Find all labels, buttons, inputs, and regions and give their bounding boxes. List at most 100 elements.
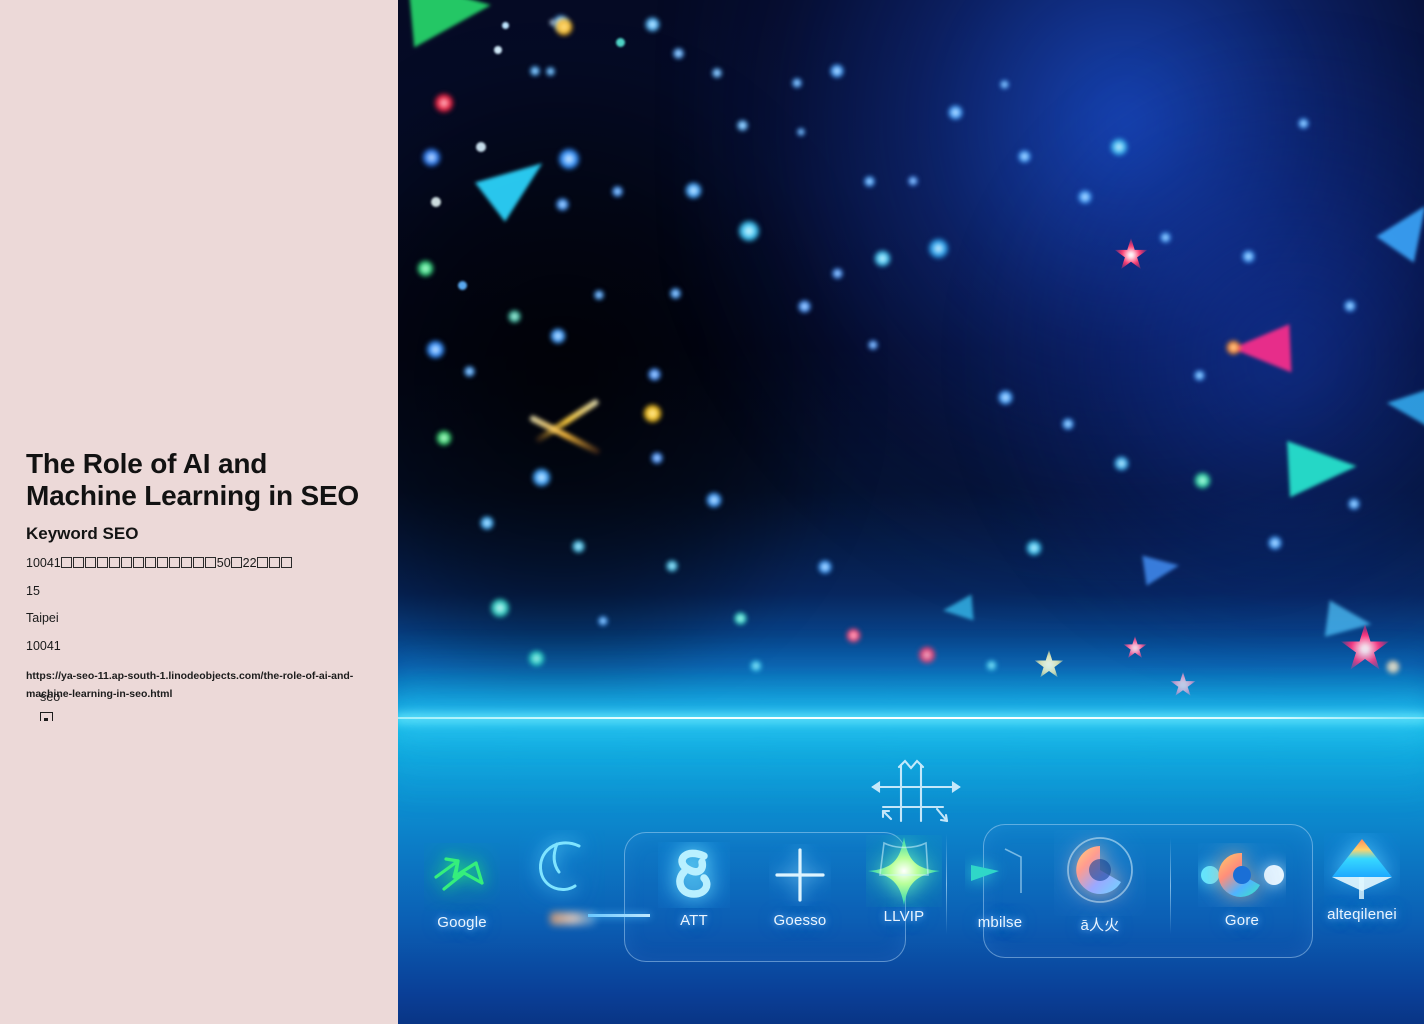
particle-dot bbox=[422, 148, 441, 167]
particle-dot-orange bbox=[1226, 340, 1241, 355]
particle-dot bbox=[1000, 80, 1009, 89]
teal-chevron-icon bbox=[946, 840, 1054, 914]
particle-dot bbox=[874, 250, 891, 267]
particle-dot bbox=[645, 17, 660, 32]
missing-glyph-box bbox=[193, 557, 205, 569]
address-number-22: 22 bbox=[242, 556, 257, 571]
particle-dot bbox=[508, 310, 521, 323]
particle-dot bbox=[431, 197, 441, 207]
particle-dot bbox=[546, 67, 555, 76]
particle-dot bbox=[798, 300, 811, 313]
particle-dot bbox=[502, 22, 509, 29]
particle-dot bbox=[928, 238, 949, 259]
missing-glyph-box bbox=[133, 557, 145, 569]
tag-label[interactable]: seo bbox=[40, 690, 60, 705]
dock-item-neon-loop[interactable] bbox=[508, 830, 616, 914]
particle-dot bbox=[558, 148, 580, 170]
page-root: Google ATT Goesso LLVIP mbilse ā人火 Gore … bbox=[0, 0, 1424, 1024]
dock-label: alteqilenei bbox=[1327, 906, 1397, 923]
particle-dot bbox=[426, 340, 445, 359]
tag-block: seo bbox=[40, 690, 60, 721]
particle-dot bbox=[598, 616, 608, 626]
source-url[interactable]: https://ya-seo-11.ap-south-1.linodeobjec… bbox=[26, 667, 356, 704]
dock-item-llvip[interactable]: LLVIP bbox=[850, 834, 958, 925]
particle-dot bbox=[1344, 300, 1356, 312]
particle-dot bbox=[998, 390, 1013, 405]
grid-arrows-hud-glyph bbox=[871, 759, 961, 823]
particle-dot bbox=[436, 430, 452, 446]
particle-dot bbox=[594, 290, 604, 300]
dock-label: ā人火 bbox=[1080, 917, 1120, 934]
hero-image: Google ATT Goesso LLVIP mbilse ā人火 Gore … bbox=[398, 0, 1424, 1024]
particle-dot bbox=[1348, 498, 1360, 510]
green-four-point-star-icon bbox=[850, 834, 958, 908]
particle-dot bbox=[1242, 250, 1255, 263]
chrome-ring-icon bbox=[1046, 832, 1154, 914]
number-line: 15 bbox=[26, 583, 40, 598]
horizon-light-beam bbox=[398, 717, 1424, 719]
particle-dot bbox=[651, 452, 663, 464]
postal-code-line: 10041 bbox=[26, 639, 61, 654]
particle-dot bbox=[712, 68, 722, 78]
missing-glyph-box bbox=[257, 557, 269, 569]
missing-glyph-box bbox=[157, 557, 169, 569]
icon-dock: Google ATT Goesso LLVIP mbilse ā人火 Gore … bbox=[398, 824, 1424, 1024]
dock-divider-2 bbox=[1170, 838, 1172, 934]
particle-dot bbox=[666, 560, 678, 572]
particle-dot bbox=[685, 182, 702, 199]
address-missing-glyphs-1 bbox=[61, 556, 217, 570]
particle-dot bbox=[464, 366, 475, 377]
particle-dot bbox=[476, 142, 486, 152]
particle-dot bbox=[818, 560, 832, 574]
particle-dot bbox=[706, 492, 722, 508]
dock-item-search[interactable]: ā人火 bbox=[1046, 832, 1154, 935]
particle-dot bbox=[1026, 540, 1042, 556]
particle-dot bbox=[572, 540, 585, 553]
particle-dot bbox=[1078, 190, 1092, 204]
dock-label: mbilse bbox=[977, 914, 1023, 931]
particle-dot bbox=[616, 38, 625, 47]
particle-dot bbox=[480, 516, 494, 530]
particle-dot bbox=[1062, 418, 1074, 430]
address-line: 10041 50 22 bbox=[26, 556, 426, 572]
address-missing-glyphs-2 bbox=[231, 556, 243, 570]
dock-item-att[interactable]: ATT bbox=[640, 838, 748, 929]
address-number-50: 50 bbox=[216, 556, 231, 571]
missing-glyph-box bbox=[181, 557, 193, 569]
missing-glyph-box bbox=[61, 557, 73, 569]
particle-dot bbox=[1114, 456, 1129, 471]
particle-dot bbox=[648, 368, 661, 381]
hero-right-glow bbox=[972, 40, 1424, 676]
particle-dot bbox=[1110, 138, 1128, 156]
particle-dot bbox=[643, 404, 662, 423]
missing-glyph-box bbox=[231, 557, 243, 569]
particle-dot bbox=[1160, 232, 1171, 243]
dock-item-alteqilenei[interactable]: alteqilenei bbox=[1308, 832, 1416, 923]
multicolor-orbit-icon bbox=[1188, 838, 1296, 912]
dock-label: Google bbox=[437, 914, 487, 931]
page-title-line-2: Machine Learning in SEO bbox=[26, 479, 360, 511]
dock-label: Gore bbox=[1224, 912, 1260, 929]
missing-glyph-box bbox=[281, 557, 293, 569]
particle-dot bbox=[1268, 536, 1282, 550]
dock-item-google[interactable]: Google bbox=[408, 840, 516, 931]
missing-glyph-box bbox=[73, 557, 85, 569]
neon-c-loop-icon bbox=[508, 830, 616, 914]
particle-dot bbox=[737, 120, 748, 131]
missing-glyph-box bbox=[85, 557, 97, 569]
particle-dot bbox=[908, 176, 918, 186]
article-text-panel: The Role of AI and Machine Learning in S… bbox=[0, 0, 398, 1024]
dock-item-mbilse[interactable]: mbilse bbox=[946, 840, 1054, 931]
missing-glyph-box bbox=[109, 557, 121, 569]
page-title-line-1: The Role of AI and bbox=[26, 448, 268, 479]
particle-dot bbox=[612, 186, 623, 197]
particle-dot bbox=[417, 260, 434, 277]
dock-item-gore[interactable]: Gore bbox=[1188, 838, 1296, 929]
particle-dot bbox=[738, 220, 760, 242]
dock-item-goesso[interactable]: Goesso bbox=[746, 838, 854, 929]
particle-dot bbox=[490, 598, 510, 618]
missing-glyph-box bbox=[269, 557, 281, 569]
particle-dot bbox=[1018, 150, 1031, 163]
particle-dot bbox=[948, 105, 963, 120]
particle-dot bbox=[556, 198, 569, 211]
